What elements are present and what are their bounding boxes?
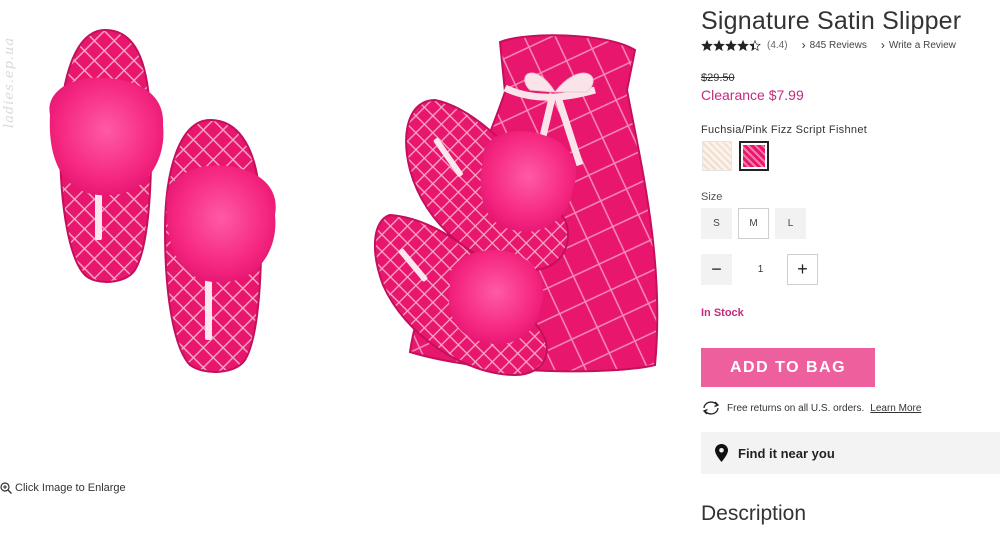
star-icon bbox=[713, 39, 725, 51]
stock-status: In Stock bbox=[701, 307, 744, 319]
enlarge-label: Click Image to Enlarge bbox=[15, 482, 126, 494]
free-returns: Free returns on all U.S. orders. Learn M… bbox=[701, 401, 921, 415]
product-image-bag[interactable] bbox=[365, 30, 665, 385]
star-icon bbox=[701, 39, 713, 51]
size-label: Size bbox=[701, 191, 723, 203]
quantity-increase-button[interactable]: + bbox=[787, 254, 818, 285]
color-swatch-fuchsia[interactable] bbox=[739, 141, 769, 171]
product-gallery: Click Image to Enlarge bbox=[0, 0, 690, 536]
slipper-right bbox=[163, 118, 276, 373]
find-near-you-button[interactable]: Find it near you bbox=[701, 432, 1000, 474]
learn-more-link[interactable]: Learn More bbox=[870, 403, 921, 414]
price-original: $29.50 bbox=[701, 72, 735, 84]
returns-icon bbox=[702, 401, 720, 415]
add-to-bag-button[interactable]: ADD TO BAG bbox=[701, 348, 875, 387]
write-review-link[interactable]: Write a Review bbox=[889, 40, 956, 51]
star-icon bbox=[749, 39, 761, 51]
quantity-decrease-button[interactable]: − bbox=[701, 254, 732, 285]
price-clearance: Clearance $7.99 bbox=[701, 87, 804, 103]
description-heading[interactable]: Description bbox=[701, 502, 806, 526]
returns-text: Free returns on all U.S. orders. bbox=[727, 402, 865, 414]
size-button-m[interactable]: M bbox=[738, 208, 769, 239]
size-button-l[interactable]: L bbox=[775, 208, 806, 239]
size-button-s[interactable]: S bbox=[701, 208, 732, 239]
star-icon bbox=[725, 39, 737, 51]
chevron-right-icon: › bbox=[880, 38, 885, 52]
quantity-value[interactable]: 1 bbox=[738, 254, 783, 285]
reviews-link[interactable]: 845 Reviews bbox=[810, 40, 867, 51]
product-image-pair[interactable] bbox=[35, 20, 280, 380]
color-label: Fuchsia/Pink Fizz Script Fishnet bbox=[701, 124, 868, 136]
color-swatch-cream[interactable] bbox=[702, 141, 732, 171]
find-near-label: Find it near you bbox=[738, 445, 835, 461]
product-title: Signature Satin Slipper bbox=[701, 7, 962, 35]
rating-value: (4.4) bbox=[767, 39, 788, 51]
zoom-in-icon bbox=[0, 482, 12, 494]
star-rating bbox=[701, 39, 761, 51]
chevron-right-icon: › bbox=[801, 38, 806, 52]
enlarge-link[interactable]: Click Image to Enlarge bbox=[0, 482, 126, 494]
location-pin-icon bbox=[715, 444, 728, 462]
rating-row: (4.4) › 845 Reviews › Write a Review bbox=[701, 38, 956, 52]
star-icon bbox=[737, 39, 749, 51]
slipper-left bbox=[49, 28, 164, 283]
